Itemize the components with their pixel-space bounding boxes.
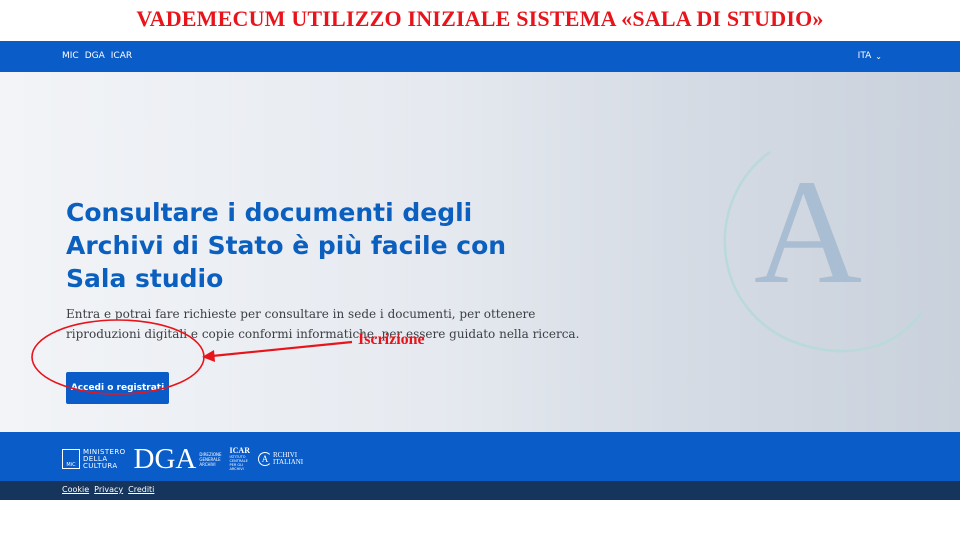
hero-title: Consultare i documenti degli Archivi di … — [66, 198, 507, 293]
footer-links-bar: Cookie Privacy Crediti — [0, 481, 960, 500]
icar-logo[interactable]: ICAR ISTITUTO CENTRALE PER GLI ARCHIVI — [229, 446, 250, 472]
nav-link-mic[interactable]: MIC — [62, 51, 79, 61]
chevron-down-icon: ⌄ — [875, 51, 882, 61]
mic-logo-text: MINISTERO DELLA CULTURA — [83, 447, 126, 470]
hero-description: Entra e potrai fare richieste per consul… — [66, 307, 580, 341]
slide-title: VADEMECUM UTILIZZO INIZIALE SISTEMA «SAL… — [136, 6, 824, 31]
archivi-logo-text: RCHIVI ITALIANI — [272, 451, 304, 466]
top-navbar: MIC DGA ICAR ITA ⌄ — [0, 41, 960, 72]
language-label: ITA — [857, 51, 872, 61]
archivi-italiani-logo[interactable]: A RCHIVI ITALIANI — [257, 451, 304, 466]
dga-logo[interactable]: DGA DIREZIONE GENERALE ARCHIVI — [133, 443, 222, 475]
footer-links: Cookie Privacy Crediti — [62, 485, 154, 494]
dga-logo-subtext: DIREZIONE GENERALE ARCHIVI — [199, 451, 222, 467]
annotation-label: Iscrizione — [358, 331, 425, 348]
nav-link-dga[interactable]: DGA — [85, 51, 105, 61]
partner-logos: MiC MINISTERO DELLA CULTURA DGA DIREZION… — [62, 443, 304, 475]
nav-link-icar[interactable]: ICAR — [111, 51, 132, 61]
footer-link-privacy[interactable]: Privacy — [94, 485, 123, 494]
app-screen: MIC DGA ICAR ITA ⌄ A Consultare i docume… — [0, 41, 960, 500]
hero-section: A Consultare i documenti degli Archivi d… — [0, 72, 960, 432]
footer-link-cookie[interactable]: Cookie — [62, 485, 89, 494]
archivi-emblem-icon: A — [257, 452, 272, 466]
dga-logo-text: DGA — [133, 443, 197, 475]
footer-link-crediti[interactable]: Crediti — [128, 485, 154, 494]
login-register-button[interactable]: Accedi o registrati — [66, 372, 169, 404]
mic-emblem-icon: MiC — [62, 449, 80, 469]
mic-logo[interactable]: MiC MINISTERO DELLA CULTURA — [62, 447, 126, 470]
icar-logo-text: ICAR — [229, 446, 250, 455]
archive-emblem-icon: A — [723, 149, 924, 353]
emblem-letter: A — [754, 149, 862, 315]
footer-logos-bar: MiC MINISTERO DELLA CULTURA DGA DIREZION… — [0, 432, 960, 481]
language-selector[interactable]: ITA ⌄ — [858, 51, 882, 61]
top-nav-links: MIC DGA ICAR — [62, 51, 132, 61]
